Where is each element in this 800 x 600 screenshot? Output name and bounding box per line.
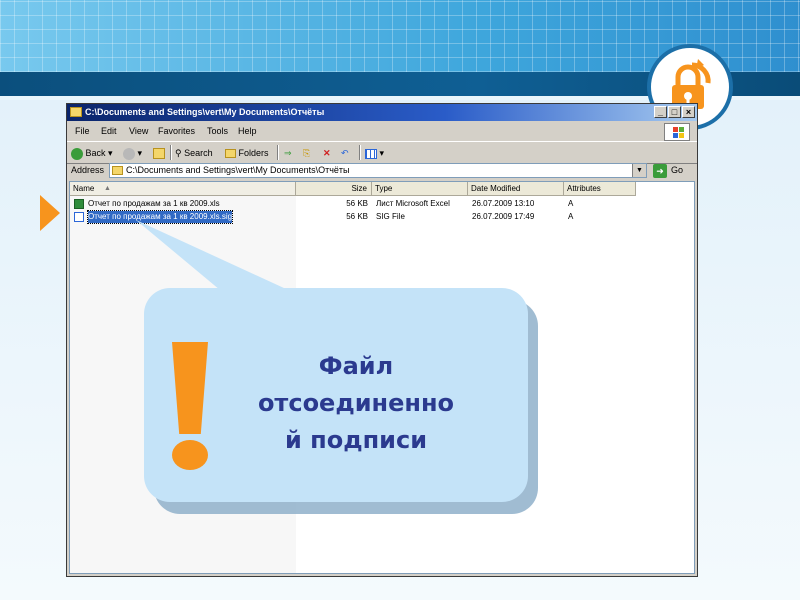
callout-line: Файл — [318, 352, 394, 380]
callout-line: отсоединенно — [257, 389, 455, 417]
callout-line: й подписи — [284, 426, 428, 454]
exclamation-dot — [172, 440, 208, 470]
callout-text: Файл отсоединенно й подписи — [236, 348, 476, 459]
